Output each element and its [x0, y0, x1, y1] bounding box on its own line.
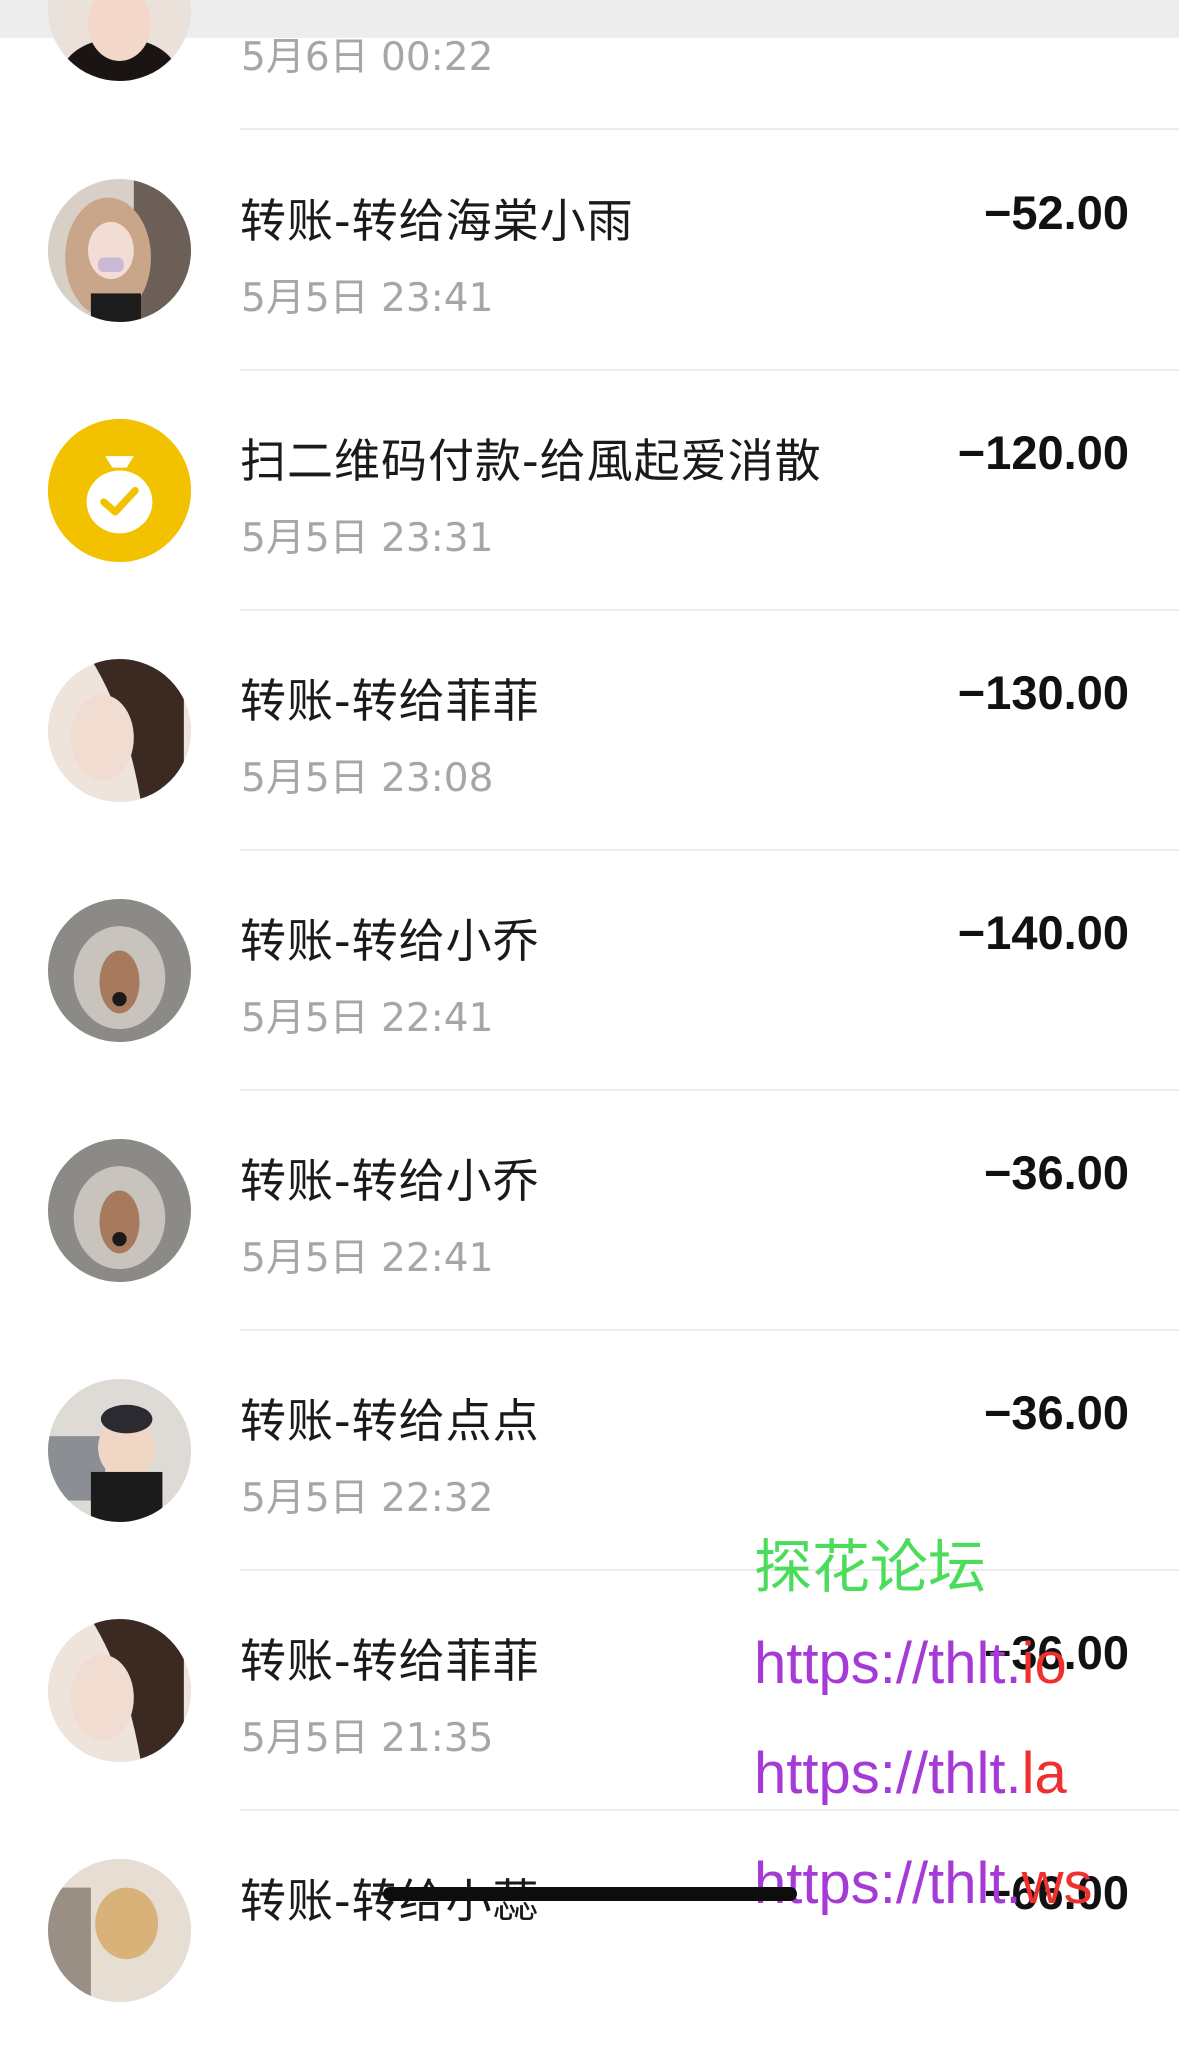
avatar	[48, 0, 191, 81]
transaction-title: 转账-转给小乔	[240, 914, 540, 968]
transaction-title: 扫二维码付款-给風起爱消散	[240, 434, 822, 488]
transaction-title: 转账-转给海棠小雨	[240, 194, 634, 248]
transaction-row[interactable]: 转账-转给菲菲 5月5日 23:08 −130.00	[0, 611, 1179, 851]
transaction-title: 转账-转给点点	[240, 1394, 540, 1448]
avatar	[48, 1379, 191, 1522]
watermark-forum-name: 探花论坛	[754, 1535, 987, 1600]
transaction-title: 转账-转给菲菲	[240, 674, 540, 728]
avatar	[48, 659, 191, 802]
watermark-url-tld: io	[1021, 1631, 1067, 1696]
avatar	[48, 179, 191, 322]
watermark-url-prefix: https://thlt.	[754, 1631, 1022, 1696]
transaction-row[interactable]: 5月6日 00:22	[0, 0, 1179, 130]
transaction-row[interactable]: 转账-转给点点 5月5日 22:32 −36.00	[0, 1331, 1179, 1571]
avatar	[48, 1619, 191, 1762]
transaction-row[interactable]: 扫二维码付款-给風起爱消散 5月5日 23:31 −120.00	[0, 371, 1179, 611]
transaction-time: 5月5日 23:31	[241, 516, 494, 561]
transaction-amount: −120.00	[957, 426, 1129, 479]
transaction-time: 5月5日 22:41	[241, 996, 494, 1041]
watermark-url: https://thlt.ws	[754, 1850, 1092, 1917]
transaction-time: 5月5日 23:08	[241, 756, 494, 801]
transaction-amount: −130.00	[957, 666, 1129, 719]
avatar	[48, 899, 191, 1042]
transaction-row[interactable]: 转账-转给小乔 5月5日 22:41 −140.00	[0, 851, 1179, 1091]
transaction-title: 转账-转给菲菲	[240, 1634, 540, 1688]
transaction-amount: −52.00	[983, 186, 1129, 239]
transaction-time: 5月5日 21:35	[241, 1716, 494, 1761]
watermark-url-prefix: https://thlt.	[754, 1741, 1022, 1806]
transaction-time: 5月5日 22:41	[241, 1236, 494, 1281]
transaction-amount: −140.00	[957, 906, 1129, 959]
watermark-url: https://thlt.io	[754, 1630, 1067, 1697]
transaction-time: 5月5日 23:41	[241, 276, 494, 321]
avatar	[48, 1139, 191, 1282]
watermark-url-prefix: https://thlt.	[754, 1851, 1022, 1916]
money-bag-icon	[48, 419, 191, 562]
transaction-row[interactable]: 转账-转给小乔 5月5日 22:41 −36.00	[0, 1091, 1179, 1331]
watermark-url-tld: la	[1021, 1741, 1067, 1806]
row-divider	[240, 128, 1179, 130]
transaction-time: 5月6日 00:22	[241, 35, 494, 80]
home-indicator[interactable]	[383, 1887, 797, 1901]
transaction-time: 5月5日 22:32	[241, 1476, 494, 1521]
watermark-url: https://thlt.la	[754, 1740, 1067, 1807]
transaction-amount: −36.00	[983, 1386, 1129, 1439]
transaction-row[interactable]: 转账-转给小蕊 −66.00	[0, 1811, 1179, 2051]
avatar	[48, 1859, 191, 2002]
transaction-amount: −36.00	[983, 1146, 1129, 1199]
transaction-title: 转账-转给小乔	[240, 1154, 540, 1208]
transaction-row[interactable]: 转账-转给海棠小雨 5月5日 23:41 −52.00	[0, 131, 1179, 371]
watermark-url-tld: ws	[1021, 1851, 1093, 1916]
